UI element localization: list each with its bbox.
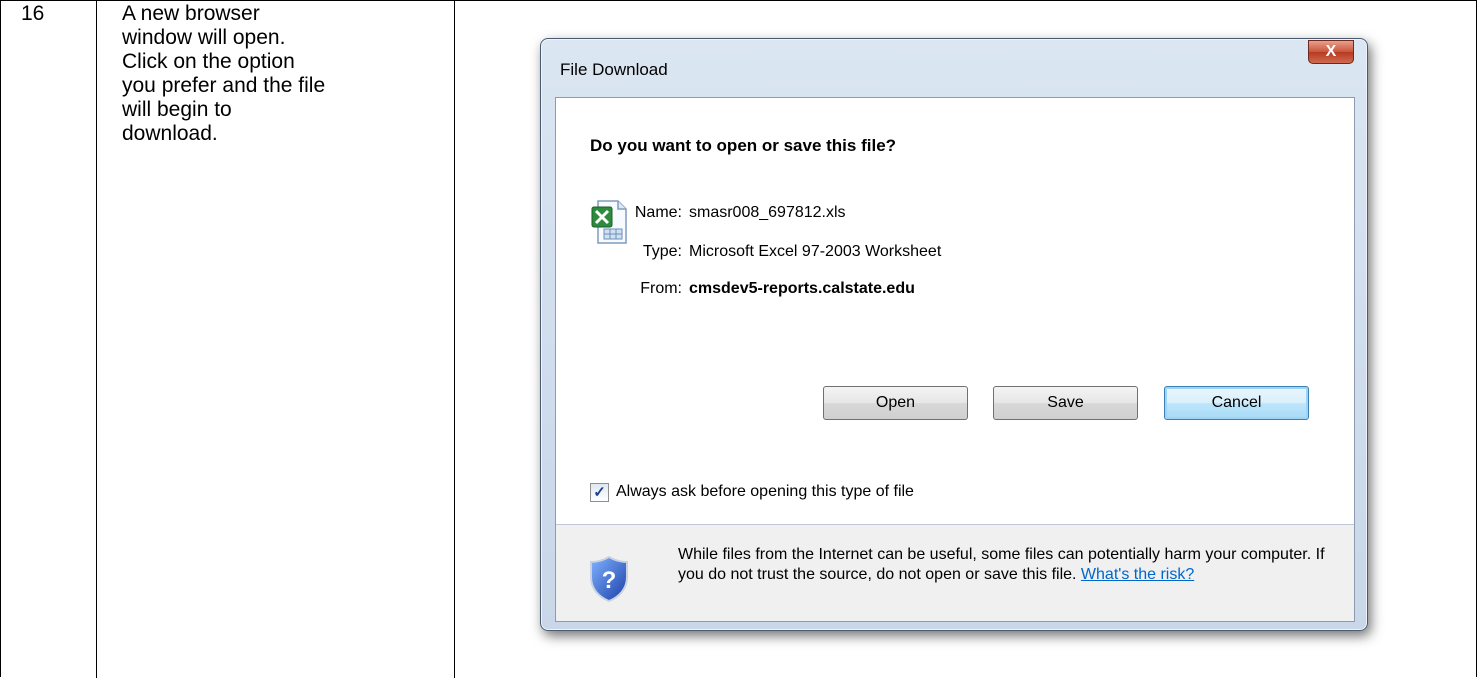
close-button[interactable]: X	[1308, 40, 1354, 64]
step-instruction: A new browser window will open. Click on…	[122, 2, 326, 145]
svg-text:?: ?	[602, 567, 617, 594]
step-number: 16	[21, 2, 45, 25]
file-download-dialog: File Download X Do you want to open or s…	[540, 38, 1368, 631]
dialog-question: Do you want to open or save this file?	[590, 136, 897, 155]
security-shield-question-icon: ?	[590, 555, 628, 603]
column-divider	[96, 1, 97, 678]
file-name-value: smasr008_697812.xls	[689, 204, 846, 221]
checkmark-icon: ✓	[593, 484, 606, 501]
file-type-value: Microsoft Excel 97-2003 Worksheet	[689, 243, 942, 260]
from-label: From:	[640, 280, 682, 297]
dialog-title: File Download	[560, 60, 668, 79]
warning-text: While files from the Internet can be use…	[678, 546, 1325, 583]
always-ask-label[interactable]: Always ask before opening this type of f…	[616, 483, 914, 501]
always-ask-checkbox[interactable]: ✓	[590, 483, 609, 502]
type-label: Type:	[642, 243, 682, 260]
save-button[interactable]: Save	[993, 386, 1138, 420]
security-warning: While files from the Internet can be use…	[678, 545, 1338, 585]
file-source-value: cmsdev5-reports.calstate.edu	[689, 280, 915, 297]
cancel-button[interactable]: Cancel	[1164, 386, 1309, 420]
open-button[interactable]: Open	[823, 386, 968, 420]
name-label: Name:	[634, 204, 682, 221]
whats-the-risk-link[interactable]: What's the risk?	[1081, 566, 1194, 583]
dialog-content: Do you want to open or save this file? N…	[555, 97, 1355, 622]
column-divider	[454, 1, 455, 678]
warning-footer: ? While files from the Internet can be u…	[556, 525, 1354, 621]
